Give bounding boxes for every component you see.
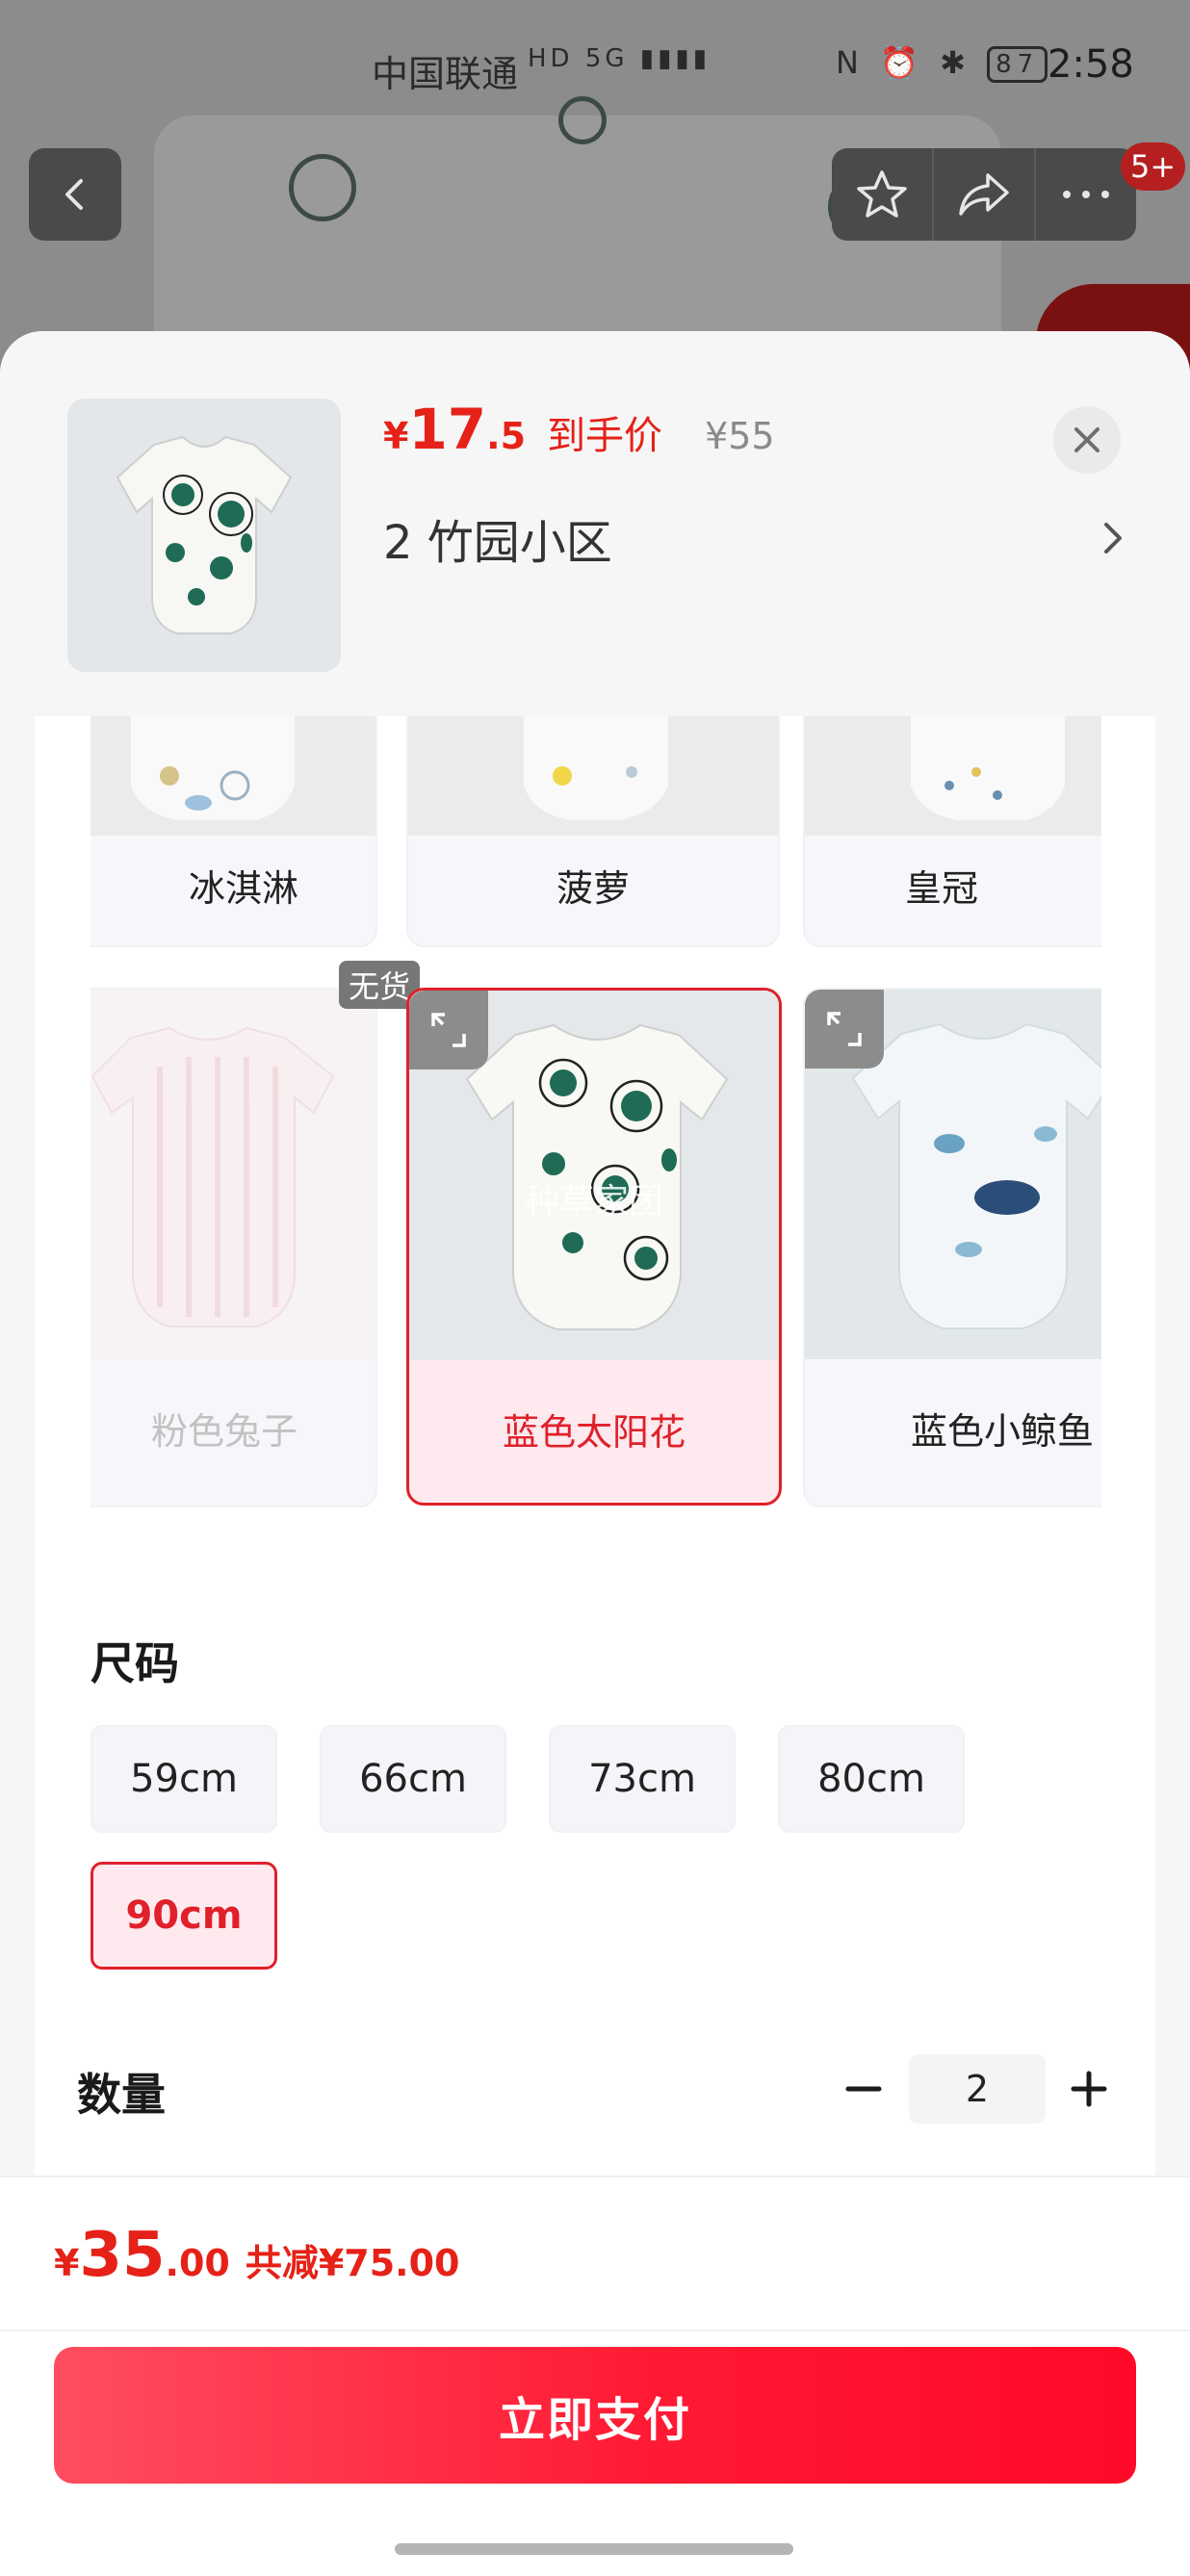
sku-selection-sheet: ¥ 17 .5 到手价 ¥55 2 竹园小区 冰淇淋 菠萝 皇冠 粉色兔子 无货… (0, 331, 1190, 2576)
system-icons: N ⏰ ✱ 87 (836, 44, 1048, 83)
variant-card[interactable]: 蓝色小鲸鱼 (803, 988, 1101, 1507)
star-icon (857, 170, 907, 218)
home-indicator[interactable] (395, 2543, 793, 2555)
minus-icon (845, 2086, 882, 2092)
quantity-section-title: 数量 (77, 2069, 166, 2121)
variant-grid: 冰淇淋 菠萝 皇冠 粉色兔子 无货 种草家团 蓝色太阳花 蓝色小鲸鱼 (91, 716, 1101, 1563)
variant-image (805, 716, 1101, 836)
share-icon (959, 173, 1009, 216)
chevron-right-icon (1104, 523, 1122, 554)
image-watermark: 种草家团 (524, 1182, 663, 1222)
pay-now-button[interactable]: 立即支付 (54, 2347, 1136, 2484)
variant-card-selected[interactable]: 种草家团 蓝色太阳花 (406, 988, 782, 1506)
carrier-name: 中国联通 (372, 53, 519, 95)
battery-icon: 87 (987, 46, 1048, 83)
quantity-decrease-button[interactable] (830, 2055, 897, 2123)
size-option-59cm[interactable]: 59cm (91, 1725, 277, 1833)
size-option-80cm[interactable]: 80cm (778, 1725, 965, 1833)
variant-card[interactable]: 皇冠 (803, 716, 1101, 947)
clock: 2:58 (1048, 42, 1134, 87)
expand-image-button[interactable] (409, 991, 488, 1069)
size-option-66cm[interactable]: 66cm (320, 1725, 506, 1833)
total-price-row: ¥ 35 .00 共减¥75.00 (54, 2220, 459, 2291)
onesie-image (116, 435, 293, 634)
size-section-title: 尺码 (91, 1637, 179, 1689)
total-saving: 共减¥75.00 (245, 2242, 460, 2284)
checkout-footer: ¥ 35 .00 共减¥75.00 立即支付 (0, 2176, 1190, 2576)
address-text: 2 竹园小区 (383, 516, 612, 570)
size-option-73cm[interactable]: 73cm (549, 1725, 736, 1833)
variant-image (408, 716, 778, 836)
notification-badge: 5+ (1121, 142, 1186, 191)
total-currency: ¥ (54, 2242, 80, 2284)
favorite-button[interactable] (832, 148, 934, 241)
size-option-90cm-selected[interactable]: 90cm (91, 1862, 277, 1970)
variant-label: 蓝色小鲸鱼 (910, 1410, 1094, 1453)
product-thumbnail[interactable] (67, 399, 341, 672)
back-button[interactable] (29, 148, 121, 241)
sheet-header: ¥ 17 .5 到手价 ¥55 2 竹园小区 (0, 331, 1190, 716)
variant-card[interactable]: 冰淇淋 (91, 716, 377, 947)
price-row: ¥ 17 .5 到手价 ¥55 (383, 397, 775, 462)
price-currency: ¥ (383, 415, 409, 457)
variant-image (91, 716, 375, 836)
total-integer: 35 (79, 2220, 166, 2291)
status-bar: 中国联通 HD 5G ▮▮▮▮ N ⏰ ✱ 87 2:58 (0, 0, 1190, 135)
price-integer: 17 (408, 397, 487, 462)
total-decimal: .00 (165, 2242, 230, 2284)
close-button[interactable] (1053, 406, 1121, 474)
variant-label: 粉色兔子 (150, 1410, 298, 1453)
price-decimal: .5 (486, 415, 527, 457)
more-icon (1063, 191, 1109, 198)
final-price-label: 到手价 (547, 414, 663, 458)
variant-card[interactable]: 菠萝 (406, 716, 780, 947)
variant-label: 冰淇淋 (188, 867, 298, 910)
expand-icon (431, 1013, 466, 1047)
variant-image (91, 990, 375, 1359)
quantity-increase-button[interactable] (1055, 2055, 1123, 2123)
close-icon (1074, 427, 1099, 452)
variant-card-out-of-stock[interactable]: 粉色兔子 (91, 988, 377, 1507)
divider (0, 2330, 1190, 2331)
expand-icon (827, 1012, 862, 1046)
variant-label: 菠萝 (556, 867, 630, 910)
plus-icon (1071, 2071, 1107, 2107)
network-icons: HD 5G ▮▮▮▮ (528, 44, 711, 73)
address-selector[interactable]: 2 竹园小区 (383, 504, 1125, 572)
variant-label: 蓝色太阳花 (502, 1411, 686, 1454)
back-icon (65, 179, 83, 210)
top-actions (832, 148, 1136, 241)
variant-label: 皇冠 (904, 867, 978, 910)
expand-image-button[interactable] (805, 990, 884, 1069)
quantity-value[interactable]: 2 (909, 2054, 1046, 2124)
share-button[interactable] (934, 148, 1036, 241)
original-price: ¥55 (705, 415, 775, 457)
